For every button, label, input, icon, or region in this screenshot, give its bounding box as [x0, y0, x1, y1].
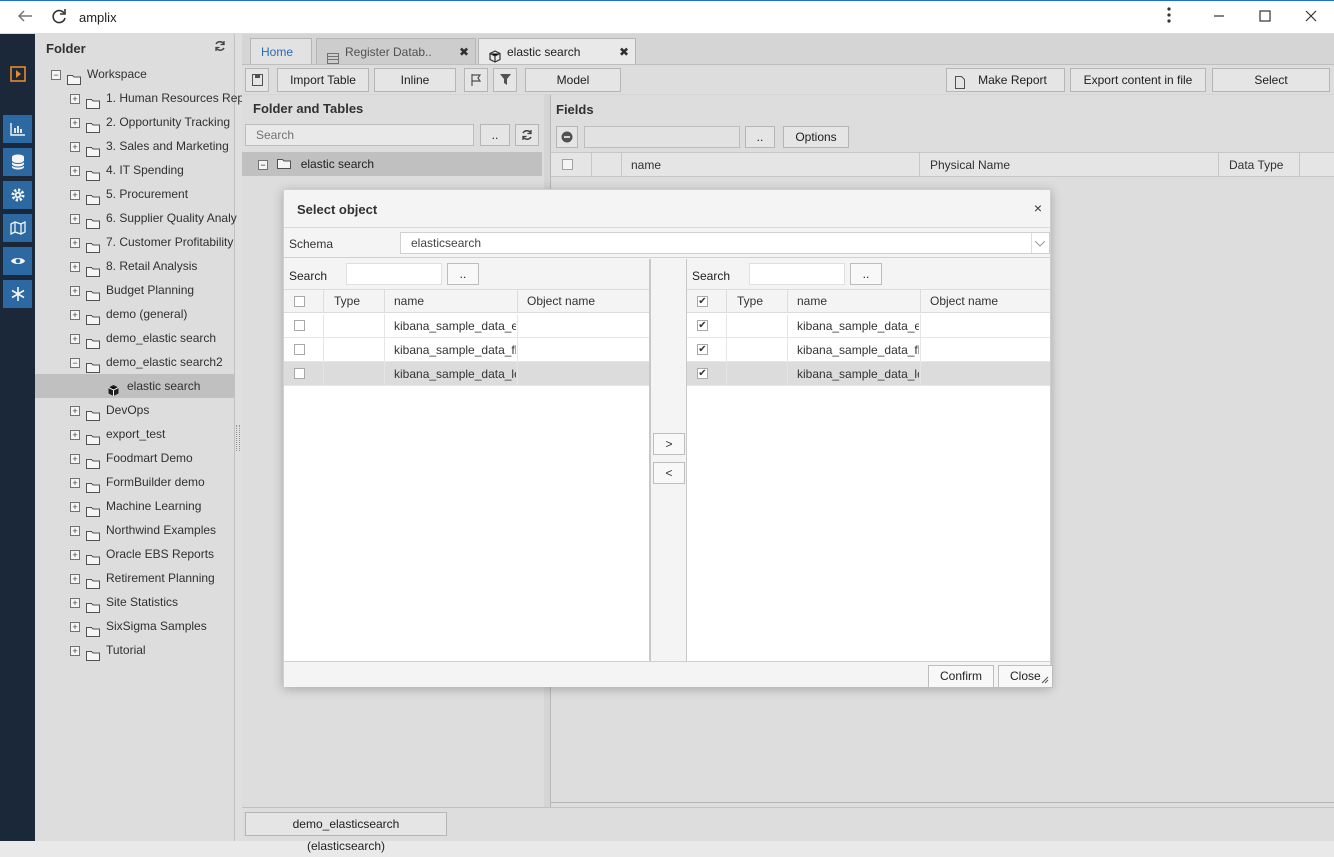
right-row-checkbox[interactable]: ✔: [697, 344, 708, 355]
chevron-down-icon[interactable]: [1031, 233, 1046, 253]
left-object-row[interactable]: kibana_sample_data_logs: [284, 362, 649, 386]
minimize-icon[interactable]: [1208, 7, 1230, 29]
right-grid-header: ✔ Type name Object name: [687, 289, 1050, 313]
dialog-title: Select object: [297, 202, 378, 217]
right-object-row[interactable]: ✔ kibana_sample_data_flights: [687, 338, 1050, 362]
dialog-footer: Confirm Close: [284, 661, 1053, 688]
right-row-name: kibana_sample_data_logs: [797, 367, 919, 381]
right-object-row[interactable]: ✔ kibana_sample_data_logs: [687, 362, 1050, 386]
right-search-label: Search: [692, 269, 731, 283]
available-objects-grid: Search .. Type name Object name kibana_s…: [284, 259, 650, 661]
left-col-name: name: [394, 294, 425, 308]
left-search-row: Search ..: [284, 259, 649, 289]
refresh-icon[interactable]: [48, 7, 70, 29]
left-search-label: Search: [289, 269, 328, 283]
right-row-checkbox[interactable]: ✔: [697, 368, 708, 379]
app-title: amplix: [79, 10, 117, 25]
title-bar: amplix: [0, 0, 1334, 34]
left-object-row[interactable]: kibana_sample_data_flights: [284, 338, 649, 362]
back-icon[interactable]: [14, 7, 36, 29]
left-row-name: kibana_sample_data_ecommerce: [394, 319, 516, 333]
left-grid-header: Type name Object name: [284, 289, 649, 313]
left-row-name: kibana_sample_data_flights: [394, 343, 516, 357]
resize-grip-icon[interactable]: [1041, 673, 1049, 687]
left-col-object-name: Object name: [527, 294, 596, 308]
left-search-input[interactable]: [346, 263, 442, 285]
confirm-button[interactable]: Confirm: [928, 665, 995, 688]
right-col-type: Type: [737, 294, 764, 308]
right-search-row: Search ..: [687, 259, 1050, 289]
more-vertical-icon[interactable]: [1158, 7, 1180, 29]
schema-select[interactable]: elasticsearch: [400, 232, 1050, 254]
right-search-input[interactable]: [749, 263, 845, 285]
schema-select-value: elasticsearch: [411, 236, 482, 250]
left-row-checkbox[interactable]: [294, 344, 305, 355]
left-browse-button[interactable]: ..: [447, 263, 479, 285]
maximize-icon[interactable]: [1254, 7, 1276, 29]
move-right-button[interactable]: >: [653, 433, 685, 455]
close-window-icon[interactable]: [1300, 7, 1322, 29]
move-left-button[interactable]: <: [653, 462, 685, 484]
left-col-type: Type: [334, 294, 361, 308]
select-object-dialog: Select object × Schema elasticsearch Sea…: [283, 189, 1053, 688]
left-object-row[interactable]: kibana_sample_data_ecommerce: [284, 314, 649, 338]
right-object-row[interactable]: ✔ kibana_sample_data_ecommerce: [687, 314, 1050, 338]
right-select-all-checkbox[interactable]: ✔: [697, 296, 708, 307]
schema-row: Schema elasticsearch: [284, 228, 1050, 258]
right-col-name: name: [797, 294, 828, 308]
right-row-checkbox[interactable]: ✔: [697, 320, 708, 331]
left-select-all-checkbox[interactable]: [294, 296, 305, 307]
right-row-name: kibana_sample_data_flights: [797, 343, 919, 357]
selected-objects-grid: Search .. ✔ Type name Object name ✔ kiban…: [687, 259, 1050, 661]
dialog-header: Select object ×: [284, 190, 1050, 228]
left-row-name: kibana_sample_data_logs: [394, 367, 516, 381]
right-browse-button[interactable]: ..: [850, 263, 882, 285]
schema-label: Schema: [289, 237, 334, 251]
left-row-checkbox[interactable]: [294, 320, 305, 331]
dialog-close-icon[interactable]: ×: [1034, 200, 1042, 216]
left-row-checkbox[interactable]: [294, 368, 305, 379]
right-col-object-name: Object name: [930, 294, 999, 308]
right-row-name: kibana_sample_data_ecommerce: [797, 319, 919, 333]
transfer-buttons: > <: [650, 259, 687, 661]
